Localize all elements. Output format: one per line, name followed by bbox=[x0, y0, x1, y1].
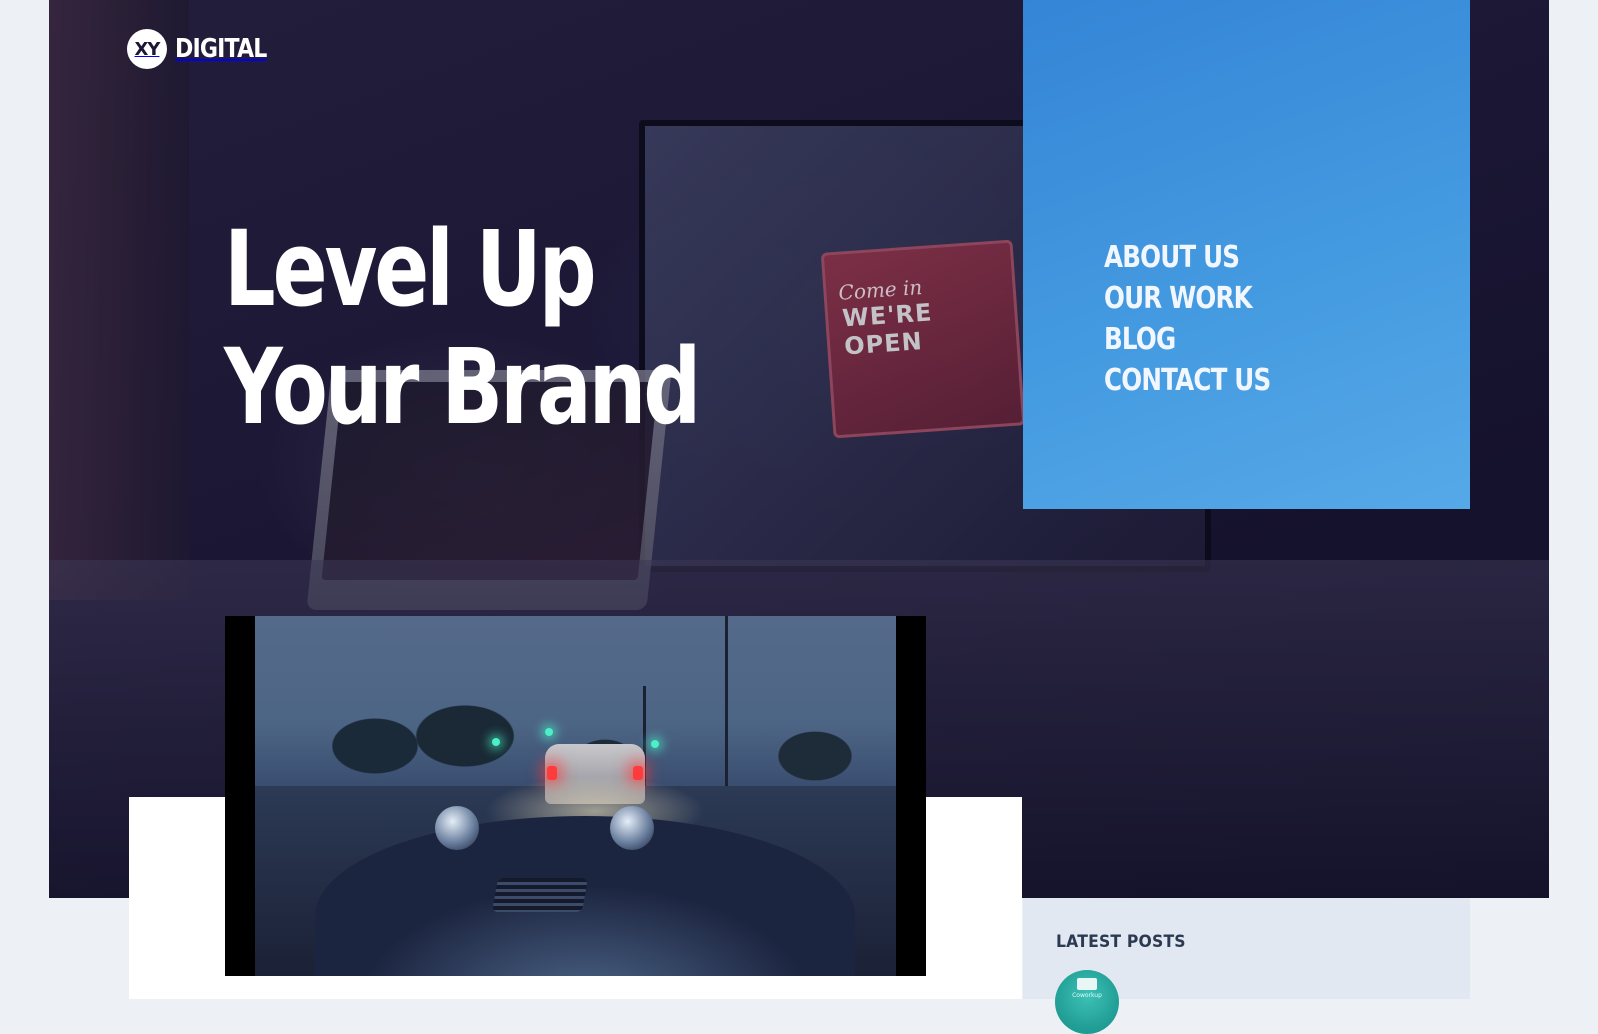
post-thumb-screen-icon bbox=[1077, 978, 1097, 990]
nav-link-about-us[interactable]: ABOUT US bbox=[1104, 240, 1240, 275]
open-sign: Come in WE'RE OPEN bbox=[820, 239, 1026, 439]
nav-link-blog[interactable]: BLOG bbox=[1104, 322, 1176, 357]
site-logo[interactable]: XY DIGITAL bbox=[127, 29, 283, 69]
hero-headline-line-1: Level Up bbox=[224, 208, 597, 330]
video-frame bbox=[255, 616, 896, 976]
headlamp-icon bbox=[435, 806, 479, 850]
headlamp-icon bbox=[610, 806, 654, 850]
nav-item-our-work: OUR WORK bbox=[1104, 281, 1307, 322]
open-sign-text: WE'RE OPEN bbox=[841, 298, 934, 361]
video-player[interactable] bbox=[225, 616, 926, 976]
logo-text: DIGITAL bbox=[175, 34, 267, 64]
logo-badge-icon: XY bbox=[127, 29, 167, 69]
traffic-light-icon bbox=[492, 738, 500, 746]
nav-link-contact-us[interactable]: CONTACT US bbox=[1104, 363, 1271, 398]
hero-background-curtain bbox=[49, 0, 189, 600]
video-scene-grille bbox=[492, 878, 588, 912]
main-navigation-list: ABOUT US OUR WORK BLOG CONTACT US bbox=[1104, 240, 1307, 404]
hero-headline-line-2: Your Brand bbox=[224, 326, 701, 448]
nav-item-about-us: ABOUT US bbox=[1104, 240, 1307, 281]
latest-posts-sidebar: LATEST POSTS Coworkup bbox=[1023, 898, 1470, 1034]
nav-item-blog: BLOG bbox=[1104, 322, 1307, 363]
main-navigation-panel: ABOUT US OUR WORK BLOG CONTACT US bbox=[1023, 0, 1470, 509]
traffic-light-icon bbox=[545, 728, 553, 736]
nav-item-contact-us: CONTACT US bbox=[1104, 363, 1307, 404]
traffic-light-icon bbox=[651, 740, 659, 748]
hero-headline: Level Up Your Brand bbox=[224, 208, 701, 448]
post-thumb-caption: Coworkup bbox=[1072, 992, 1102, 999]
latest-posts-title: LATEST POSTS bbox=[1056, 932, 1186, 952]
nav-link-our-work[interactable]: OUR WORK bbox=[1104, 281, 1253, 316]
latest-post-thumbnail[interactable]: Coworkup bbox=[1055, 970, 1119, 1034]
